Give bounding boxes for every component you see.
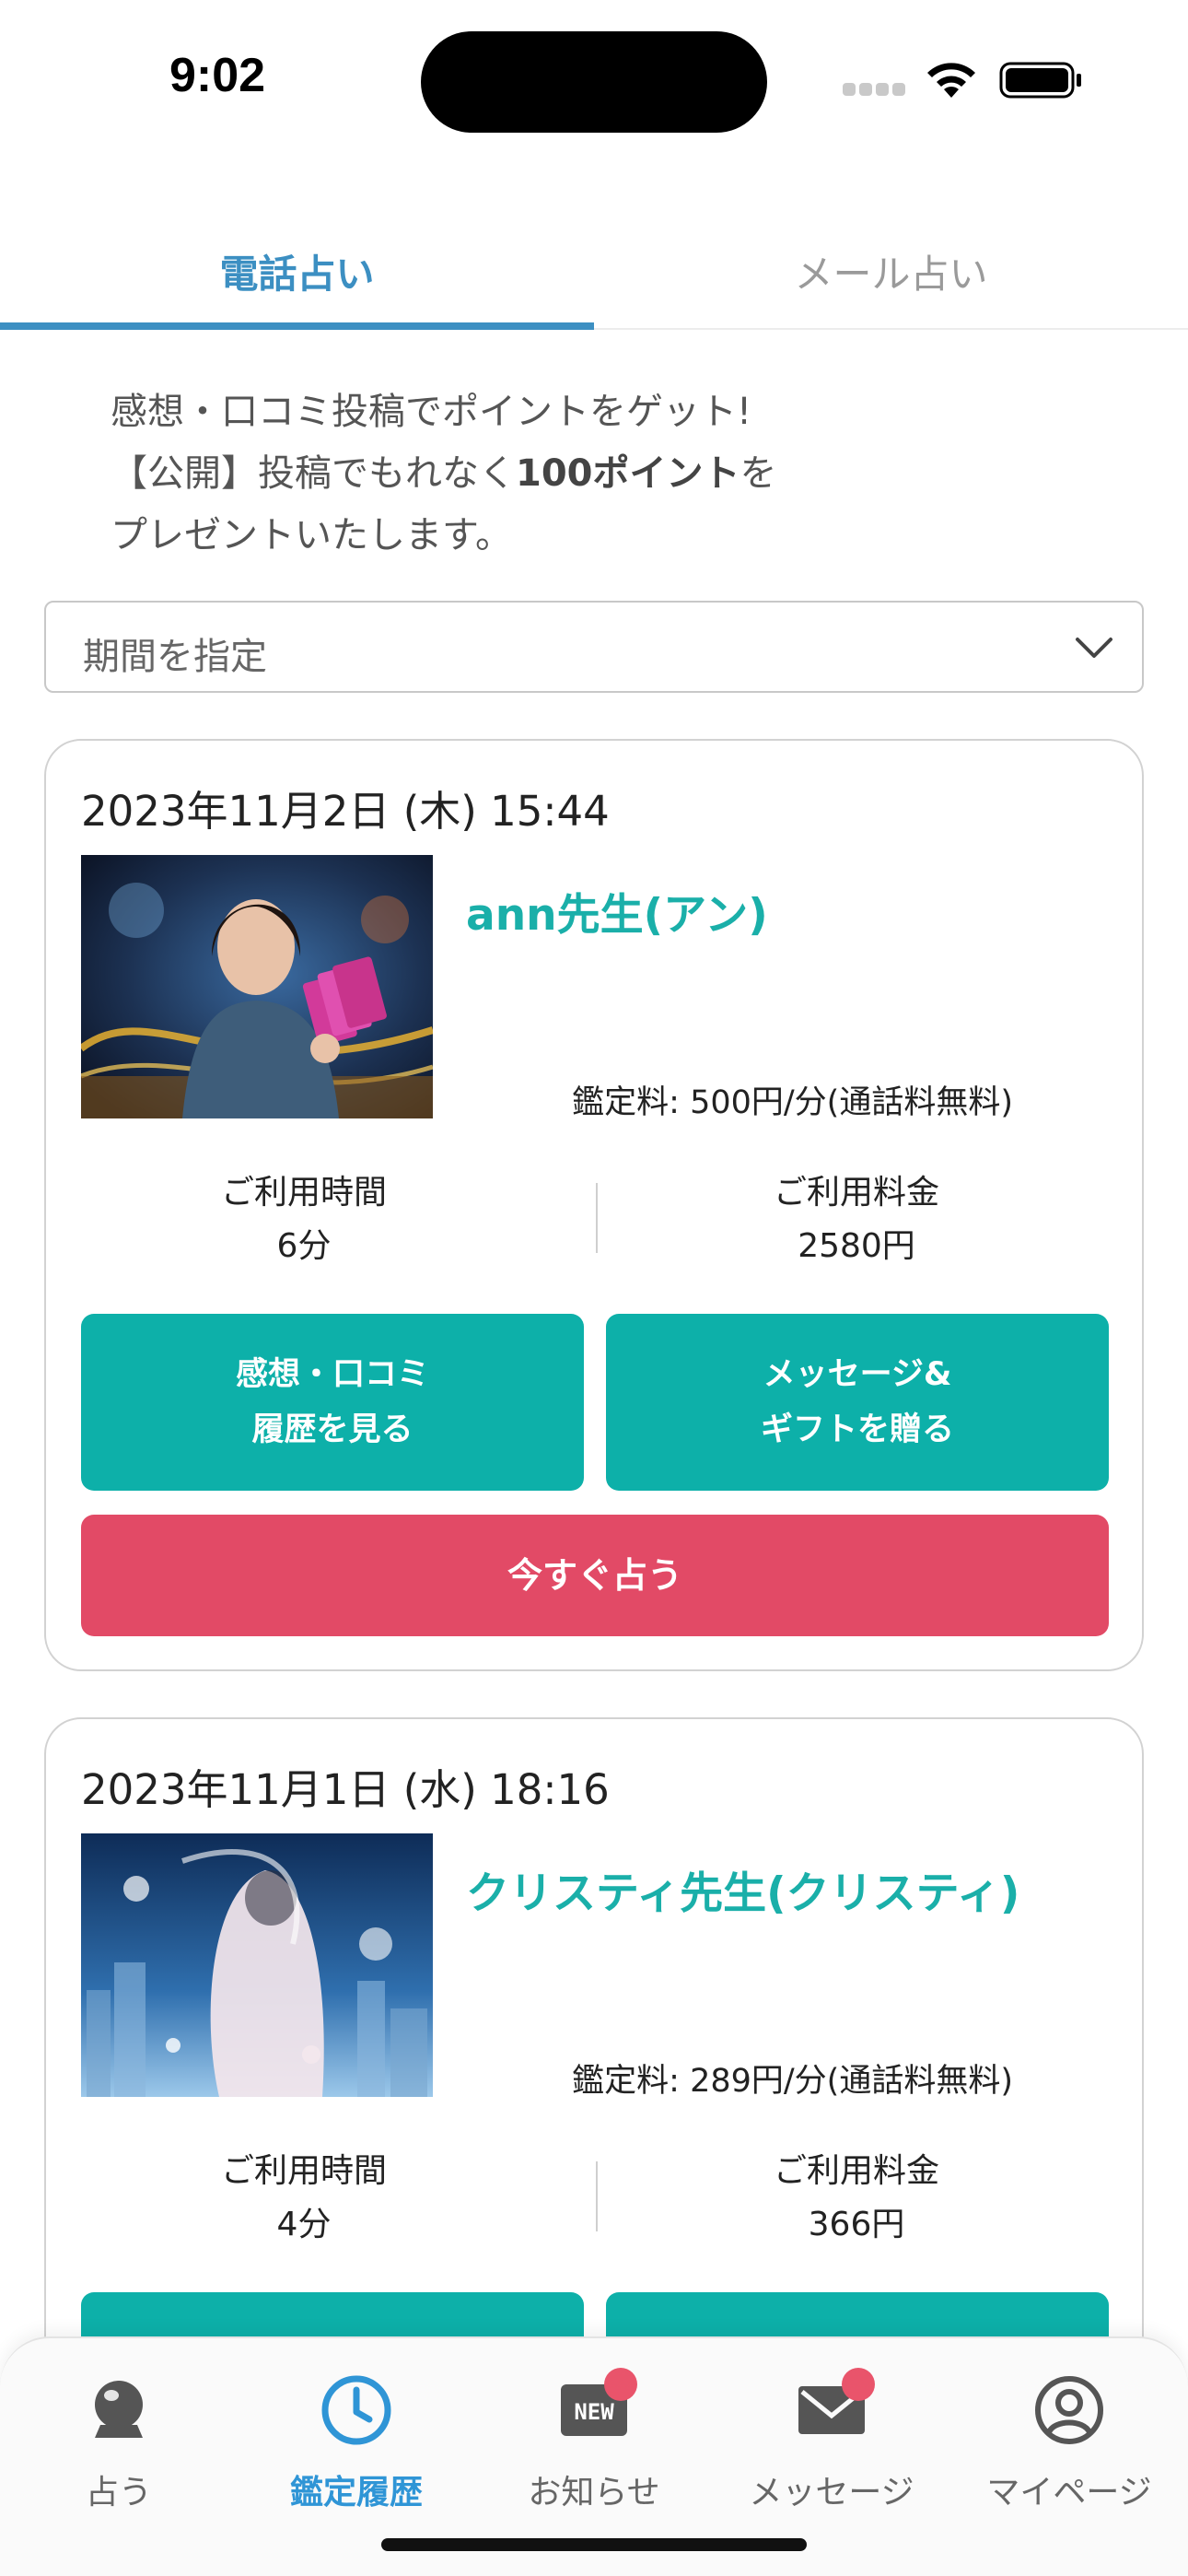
usage-price-value: 2580円 (798, 1227, 915, 1265)
promo-line-2-post: を (740, 452, 777, 495)
cellular-signal-icon (843, 83, 905, 96)
nav-item-mypage[interactable]: マイページ (950, 2362, 1188, 2519)
period-select[interactable]: 期間を指定 (44, 601, 1144, 693)
battery-icon (999, 62, 1081, 99)
view-review-history-button[interactable]: 感想・口コミ 履歴を見る (81, 1314, 584, 1491)
usage-time-value: 4分 (276, 2206, 332, 2243)
promo-line-2: 【公開】投稿でもれなく100ポイントを (111, 443, 1124, 505)
nav-label-mypage: マイページ (986, 2474, 1152, 2512)
usage-time: ご利用時間 4分 (46, 2145, 562, 2252)
send-message-gift-button[interactable]: メッセージ& ギフトを贈る (606, 1314, 1109, 1491)
chevron-down-icon (1076, 638, 1112, 658)
nav-label-fortune: 占う (85, 2474, 152, 2512)
promo-line-2-pre: 【公開】投稿でもれなく (111, 452, 516, 495)
user-circle-icon (1035, 2376, 1103, 2444)
tab-mail-fortune[interactable]: メール占い (594, 212, 1188, 330)
review-promo-text: 感想・口コミ投稿でポイントをゲット! 【公開】投稿でもれなく100ポイントを プ… (111, 381, 1124, 567)
fortune-teller-photo[interactable] (81, 855, 433, 1118)
consult-now-button[interactable]: 今すぐ占う (81, 1515, 1109, 1636)
consult-fee: 鑑定料: 500円/分(通話料無料) (572, 1084, 1013, 1121)
usage-time-label: ご利用時間 (220, 1174, 387, 1212)
nav-item-news[interactable]: NEW お知らせ (475, 2362, 713, 2519)
promo-line-1: 感想・口コミ投稿でポイントをゲット! (111, 391, 752, 433)
active-tab-indicator (0, 322, 594, 330)
period-select-value: 期間を指定 (83, 636, 267, 678)
consult-date: 2023年11月1日 (水) 18:16 (81, 1765, 610, 1814)
status-bar: 9:02 (0, 0, 1188, 157)
status-time: 9:02 (169, 49, 266, 102)
nav-label-message: メッセージ (749, 2474, 914, 2512)
consult-fee: 鑑定料: 289円/分(通話料無料) (572, 2063, 1013, 2100)
usage-time: ご利用時間 6分 (46, 1166, 562, 1273)
nav-label-history: 鑑定履歴 (289, 2474, 423, 2512)
crystal-ball-icon (95, 2381, 143, 2438)
history-card: 2023年11月2日 (木) 15:44 ann先生(アン) 鑑定料: 500円… (44, 739, 1144, 1671)
notification-badge (842, 2368, 875, 2401)
usage-time-label: ご利用時間 (220, 2152, 387, 2190)
home-indicator (381, 2538, 807, 2551)
stat-divider (596, 1183, 598, 1253)
promo-points-highlight: 100ポイント (516, 452, 740, 495)
nav-item-fortune[interactable]: 占う (0, 2362, 238, 2519)
segment-tabs: 電話占い メール占い (0, 212, 1188, 330)
wifi-icon (927, 63, 975, 98)
notification-badge (604, 2368, 637, 2401)
consult-date: 2023年11月2日 (木) 15:44 (81, 787, 610, 836)
fortune-teller-name[interactable]: ann先生(アン) (466, 879, 768, 943)
usage-price-label: ご利用料金 (773, 2152, 939, 2190)
usage-time-value: 6分 (276, 1227, 332, 1265)
nav-item-message[interactable]: メッセージ (713, 2362, 950, 2519)
usage-price-label: ご利用料金 (773, 1174, 939, 1212)
usage-price: ご利用料金 2580円 (599, 1166, 1114, 1273)
dynamic-island (421, 31, 767, 133)
usage-price-value: 366円 (808, 2206, 905, 2243)
usage-price: ご利用料金 366円 (599, 2145, 1114, 2252)
clock-icon (321, 2375, 391, 2445)
tab-phone-fortune[interactable]: 電話占い (0, 212, 594, 330)
svg-text:NEW: NEW (574, 2399, 614, 2425)
nav-label-news: お知らせ (528, 2474, 660, 2512)
stat-divider (596, 2161, 598, 2231)
fortune-teller-photo[interactable] (81, 1833, 433, 2097)
promo-line-3: プレゼントいたします。 (111, 514, 512, 556)
nav-item-history[interactable]: 鑑定履歴 (238, 2362, 475, 2519)
fortune-teller-name[interactable]: クリスティ先生(クリスティ) (466, 1857, 1019, 1921)
